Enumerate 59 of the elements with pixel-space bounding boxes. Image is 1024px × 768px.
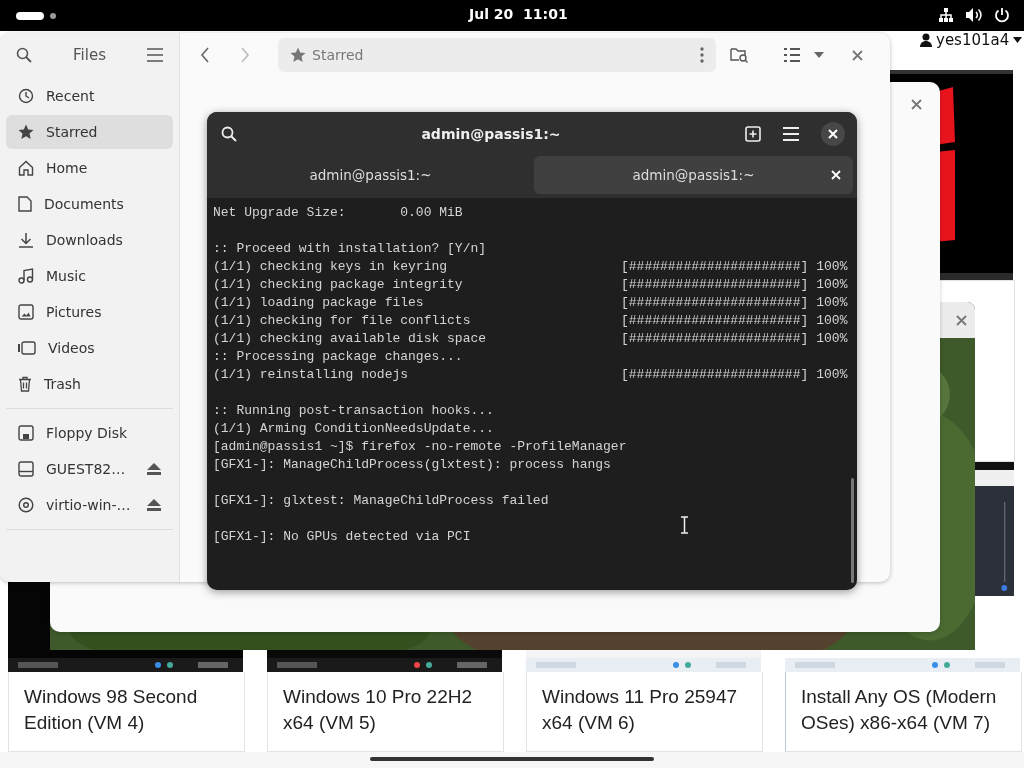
progress-text: [######################] (621, 258, 809, 276)
volume-icon[interactable] (965, 7, 983, 23)
path-bar[interactable]: Starred (278, 38, 716, 72)
terminal-line: (1/1) checking for file conflicts (213, 312, 472, 330)
terminal-tab[interactable]: admin@passis1:~ (211, 156, 530, 194)
progress-text: [######################] (621, 276, 809, 294)
vm-title[interactable]: Windows 98 Second Edition (VM 4) (8, 672, 245, 752)
vm-title[interactable]: Install Any OS (Modern OSes) x86-x64 (VM 7) (785, 672, 1022, 752)
terminal-tab[interactable]: admin@passis1:~ (534, 156, 853, 194)
progress-text: [######################] (621, 294, 809, 312)
sidebar-item[interactable]: Pictures (6, 295, 173, 329)
sidebar-item[interactable]: Home (6, 151, 173, 185)
terminal-line: (1/1) checking keys in keyring (213, 258, 449, 276)
caret-icon (1013, 37, 1023, 43)
clock-icon (18, 88, 34, 104)
user-menu[interactable]: yes101a4 (920, 31, 1023, 49)
terminal-line: Net Upgrade Size: 0.00 MiB (213, 204, 464, 222)
sidebar-item[interactable]: Documents (6, 187, 173, 221)
video-icon (18, 341, 36, 355)
new-tab-icon[interactable] (745, 126, 761, 142)
terminal-line: (1/1) checking package integrity (213, 276, 464, 294)
percent-text: 100% (816, 294, 848, 312)
percent-text: 100% (816, 276, 848, 294)
caret-icon[interactable] (814, 52, 824, 58)
drive-icon (18, 461, 34, 477)
search-icon[interactable] (16, 47, 32, 63)
vm-title[interactable]: Windows 11 Pro 25947 x64 (VM 6) (526, 672, 763, 752)
vm-title[interactable]: Windows 10 Pro 22H2 x64 (VM 5) (267, 672, 504, 752)
more-icon[interactable] (700, 47, 704, 63)
close-button[interactable] (821, 122, 845, 146)
trash-icon (18, 376, 32, 392)
network-icon[interactable] (938, 7, 954, 23)
percent-text: 100% (816, 312, 848, 330)
star-icon (290, 47, 306, 63)
activities-indicator-icon[interactable] (16, 11, 58, 21)
sidebar-item[interactable]: Downloads (6, 223, 173, 257)
search-icon[interactable] (221, 126, 237, 142)
document-icon (18, 196, 32, 212)
window-title: admin@passis1:~ (420, 126, 562, 142)
folder-search-icon[interactable] (730, 47, 748, 63)
terminal-line: :: Proceed with installation? [Y/n] (213, 240, 488, 258)
music-icon (18, 268, 34, 284)
star-icon (18, 124, 34, 140)
progress-text: [######################] (621, 312, 809, 330)
download-icon (18, 232, 34, 248)
picture-icon (18, 304, 34, 320)
user-icon (920, 33, 932, 47)
percent-text: 100% (816, 258, 848, 276)
sidebar-item[interactable]: Recent (6, 79, 173, 113)
terminal-line: (1/1) loading package files (213, 294, 425, 312)
power-icon[interactable] (994, 7, 1010, 23)
sidebar-item[interactable]: Music (6, 259, 173, 293)
list-view-icon[interactable] (784, 48, 800, 62)
home-icon (18, 160, 34, 176)
sidebar-item[interactable]: Starred (6, 115, 173, 149)
disc-icon (18, 497, 34, 513)
clock[interactable]: Jul 20 11:01 (469, 6, 568, 22)
window-title: Files (73, 46, 106, 64)
back-icon[interactable] (200, 47, 210, 63)
